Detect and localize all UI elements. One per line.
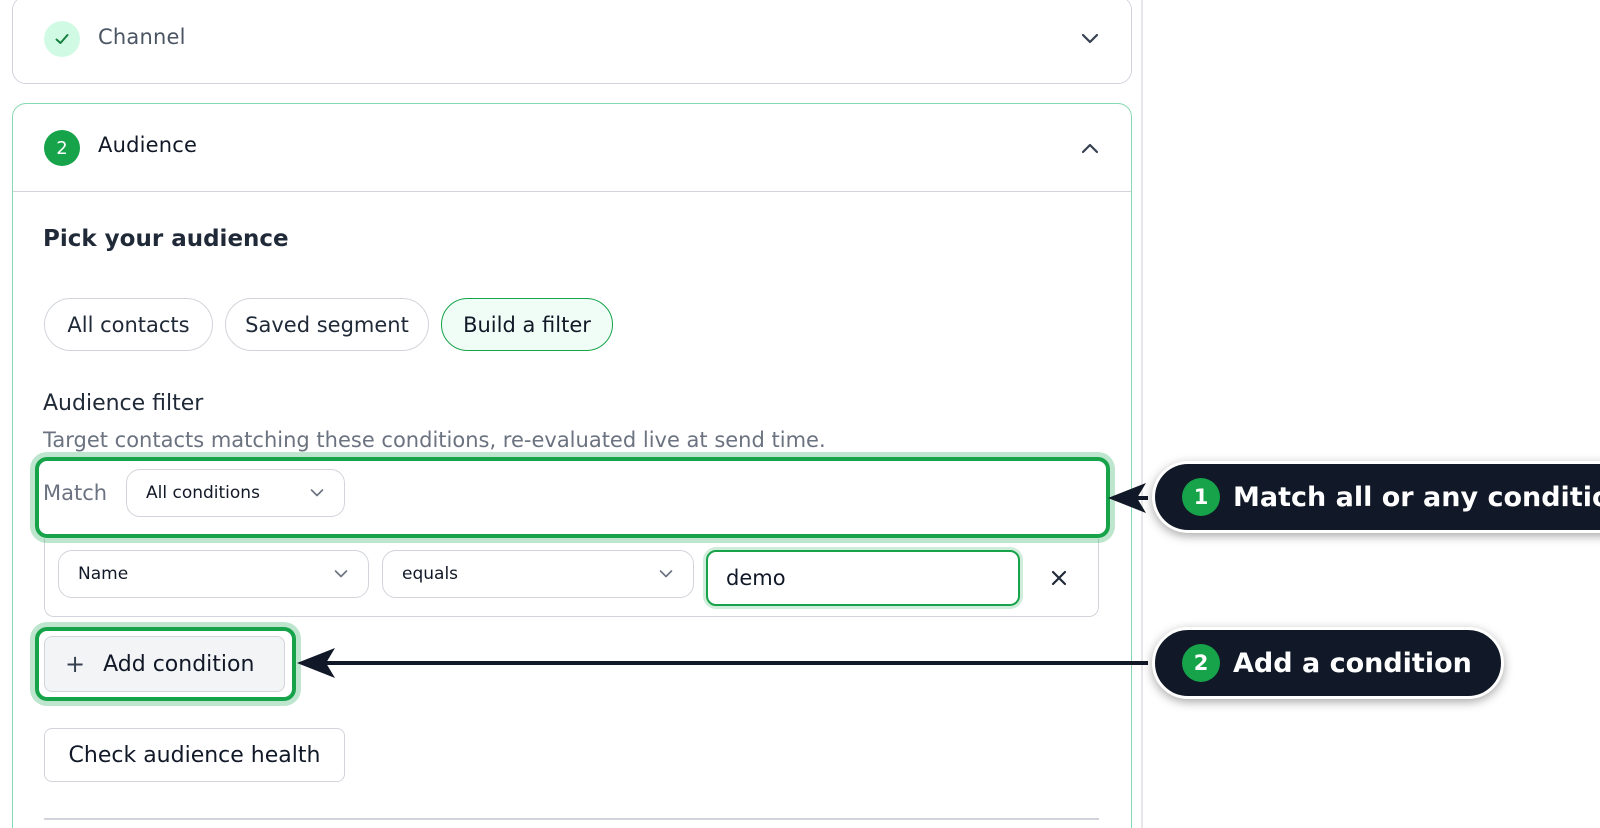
option-saved-segment[interactable]: Saved segment bbox=[225, 298, 429, 351]
close-icon bbox=[1051, 570, 1067, 586]
filter-title: Audience filter bbox=[43, 391, 204, 416]
condition-value-text: demo bbox=[726, 566, 786, 590]
callout-1-badge: 1 bbox=[1182, 478, 1220, 516]
callout-1-text: Match all or any conditions bbox=[1233, 481, 1600, 513]
section-title: Pick your audience bbox=[43, 226, 289, 252]
option-all-contacts[interactable]: All contacts bbox=[44, 298, 213, 351]
editor-panel: Channel 2 Audience Pick your audience Al… bbox=[0, 0, 1143, 828]
callout-1: 1 Match all or any conditions bbox=[1152, 461, 1600, 533]
callout-2: 2 Add a condition bbox=[1152, 627, 1504, 699]
condition-operator-select[interactable]: equals bbox=[382, 550, 694, 598]
add-condition-button[interactable]: + Add condition bbox=[44, 636, 285, 692]
audience-card-header[interactable]: 2 Audience bbox=[13, 104, 1131, 192]
chevron-down-icon bbox=[659, 570, 673, 579]
check-audience-health-button[interactable]: Check audience health bbox=[44, 728, 345, 782]
divider bbox=[44, 818, 1099, 820]
stage: Channel 2 Audience Pick your audience Al… bbox=[0, 0, 1600, 828]
plus-icon: + bbox=[65, 650, 86, 678]
condition-value-input[interactable]: demo bbox=[706, 550, 1020, 606]
filter-subtitle: Target contacts matching these condition… bbox=[43, 428, 826, 452]
channel-card[interactable]: Channel bbox=[12, 0, 1132, 84]
remove-condition-button[interactable] bbox=[1044, 563, 1074, 593]
chevron-down-icon[interactable] bbox=[1079, 28, 1101, 50]
condition-field-select[interactable]: Name bbox=[58, 550, 369, 598]
step-number-badge: 2 bbox=[44, 130, 80, 166]
channel-card-title: Channel bbox=[98, 25, 186, 49]
condition-operator-value: equals bbox=[402, 564, 459, 584]
match-highlight bbox=[35, 457, 1110, 538]
chevron-down-icon bbox=[334, 570, 348, 579]
add-condition-label: Add condition bbox=[103, 651, 255, 677]
callout-2-badge: 2 bbox=[1182, 644, 1220, 682]
option-build-filter[interactable]: Build a filter bbox=[441, 298, 613, 351]
check-icon bbox=[44, 21, 80, 57]
callout-2-text: Add a condition bbox=[1233, 647, 1472, 679]
condition-field-value: Name bbox=[78, 564, 129, 584]
chevron-up-icon[interactable] bbox=[1079, 137, 1101, 159]
audience-card-title: Audience bbox=[98, 133, 198, 157]
